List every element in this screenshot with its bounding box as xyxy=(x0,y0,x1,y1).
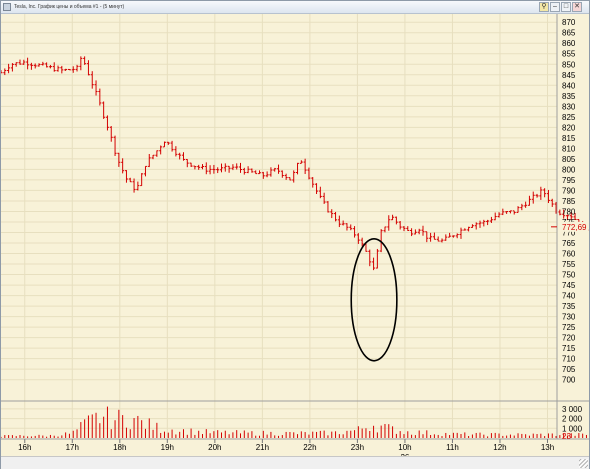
time-tick-label: 14h xyxy=(588,443,589,452)
price-tick-label: 760 xyxy=(562,250,576,259)
price-tick-label: 840 xyxy=(562,81,576,90)
price-tick-label: 810 xyxy=(562,144,576,153)
price-tick-label: 720 xyxy=(562,334,576,343)
minimize-button[interactable]: – xyxy=(550,2,560,12)
price-tick-label: 740 xyxy=(562,292,576,301)
price-tick-label: 850 xyxy=(562,60,576,69)
price-tick-label: 790 xyxy=(562,186,576,195)
title-bar[interactable]: Tesla, Inc. График цены и объема #1 - (5… xyxy=(1,1,589,14)
price-tick-label: 765 xyxy=(562,239,576,248)
time-tick-label: 10h xyxy=(398,443,411,452)
price-tick-label: 870 xyxy=(562,18,576,27)
time-tick-label: 19h xyxy=(161,443,174,452)
chart-window-icon xyxy=(3,3,11,11)
price-tick-label: 860 xyxy=(562,39,576,48)
price-tick-label: 735 xyxy=(562,302,576,311)
time-tick-label: 16h xyxy=(18,443,31,452)
volume-tick-label: 3 000 xyxy=(562,405,583,414)
maximize-button[interactable]: □ xyxy=(561,2,571,12)
price-tick-label: 745 xyxy=(562,281,576,290)
window-title: Tesla, Inc. График цены и объема #1 - (5… xyxy=(14,4,125,10)
price-tick-label: 700 xyxy=(562,376,576,385)
price-tick-label: 805 xyxy=(562,155,576,164)
price-tick-label: 710 xyxy=(562,355,576,364)
price-tick-label: 830 xyxy=(562,102,576,111)
price-tick-label: 795 xyxy=(562,176,576,185)
last-price-label: 772,69 xyxy=(562,223,587,232)
time-tick-label: 13h xyxy=(541,443,554,452)
time-tick-label: 12h xyxy=(493,443,506,452)
price-tick-label: 815 xyxy=(562,134,576,143)
last-volume-label: 23 xyxy=(562,432,571,441)
price-tick-label: 855 xyxy=(562,50,576,59)
price-tick-label: 755 xyxy=(562,260,576,269)
price-tick-label: 750 xyxy=(562,271,576,280)
time-tick-label: 20h xyxy=(208,443,221,452)
time-tick-label: 22h xyxy=(303,443,316,452)
time-tick-label: 17h xyxy=(66,443,79,452)
time-tick-label: 23h xyxy=(351,443,364,452)
price-tick-label: 780 xyxy=(562,207,576,216)
price-tick-label: 705 xyxy=(562,365,576,374)
resize-grip[interactable] xyxy=(579,459,588,468)
time-tick-label: 11h xyxy=(446,443,459,452)
price-tick-label: 730 xyxy=(562,313,576,322)
price-tick-label: 800 xyxy=(562,165,576,174)
price-tick-label: 835 xyxy=(562,92,576,101)
price-tick-label: 865 xyxy=(562,29,576,38)
price-tick-label: 825 xyxy=(562,113,576,122)
time-tick-label: 21h xyxy=(256,443,269,452)
chart-background xyxy=(1,14,589,456)
time-tick-label: 18h xyxy=(113,443,126,452)
volume-tick-label: 2 000 xyxy=(562,415,583,424)
price-tick-label: 725 xyxy=(562,323,576,332)
pin-icon[interactable]: ⚲ xyxy=(539,2,549,12)
price-tick-label: 820 xyxy=(562,123,576,132)
price-tick-label: 715 xyxy=(562,344,576,353)
price-tick-label: 785 xyxy=(562,197,576,206)
chart-window: Tesla, Inc. График цены и объема #1 - (5… xyxy=(0,0,590,469)
price-volume-chart[interactable]: 870 865860 855850 845840 835830 825820 815810 8… xyxy=(1,14,589,456)
close-button[interactable]: ✕ xyxy=(572,2,582,12)
status-strip xyxy=(1,456,589,469)
price-tick-label: 845 xyxy=(562,71,576,80)
